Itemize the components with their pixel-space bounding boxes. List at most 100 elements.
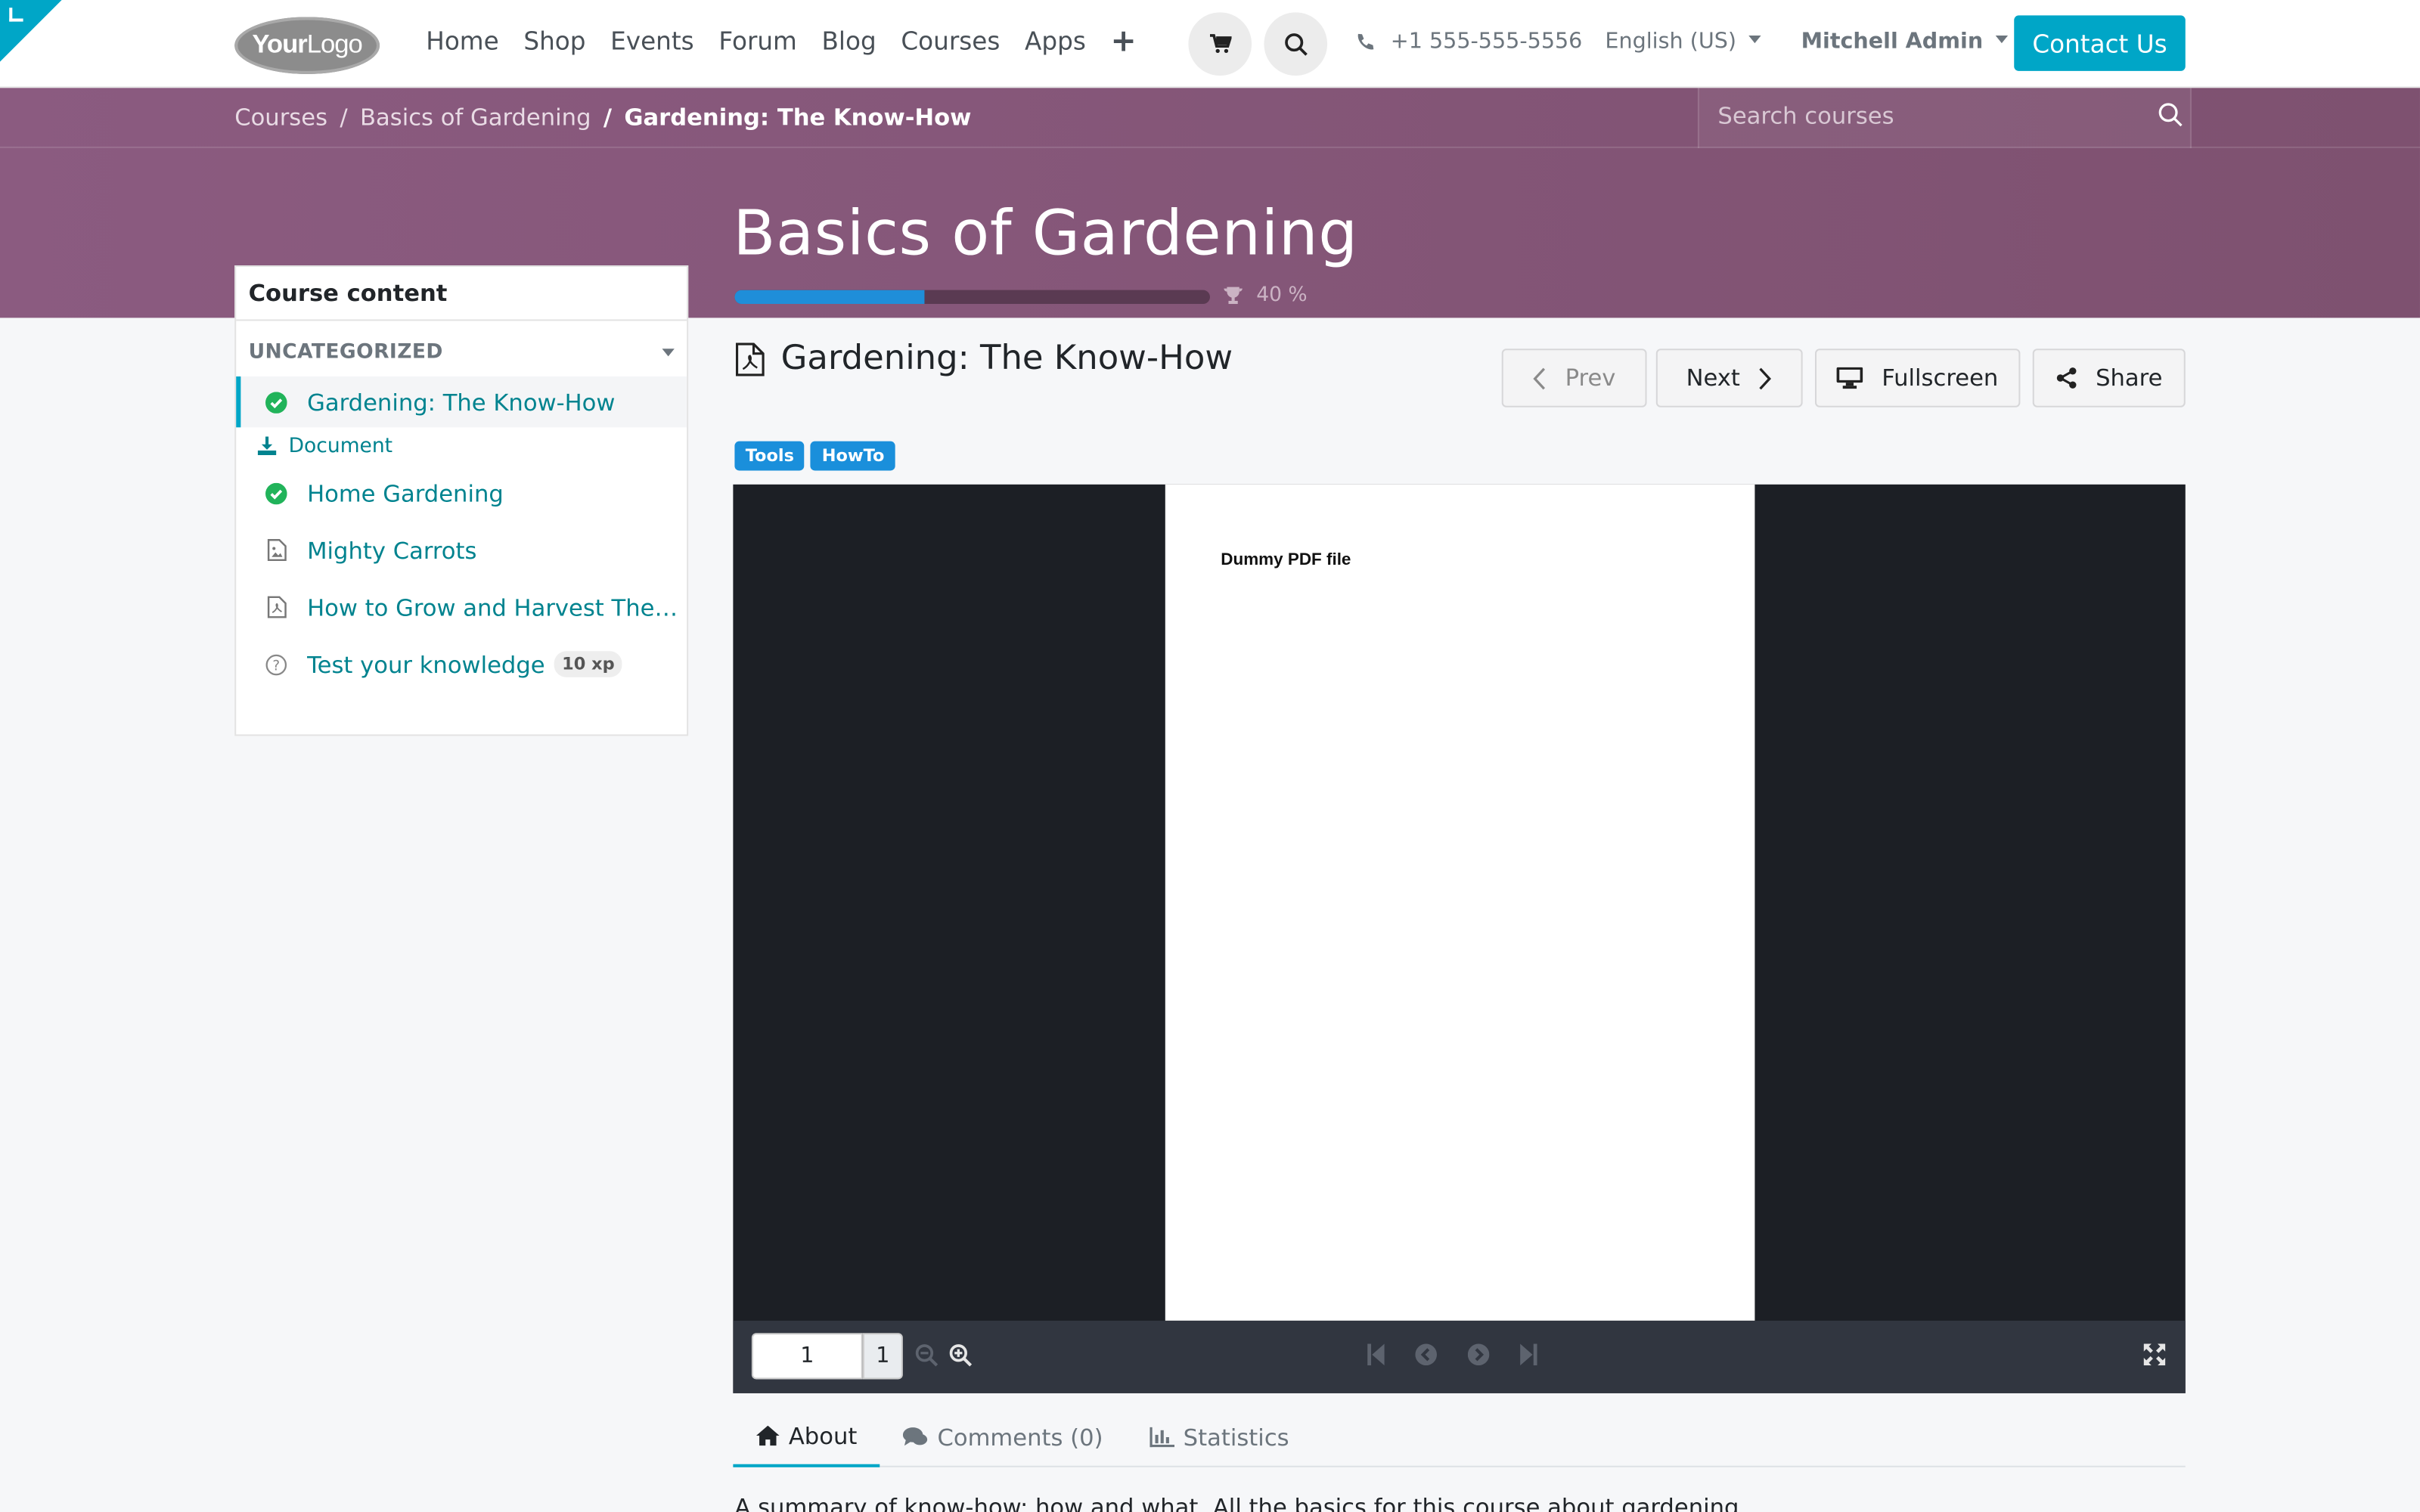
lesson-item-test-knowledge[interactable]: ? Test your knowledge 10 xp [236,636,687,693]
search-courses-input[interactable] [1717,101,2135,130]
pdf-file-icon [735,342,765,376]
breadcrumb-row: Courses / Basics of Gardening / Gardenin… [0,88,2420,148]
cart-icon [1208,34,1231,53]
lesson-summary: A summary of know-how: how and what. All… [734,1493,1747,1512]
section-uncategorized[interactable]: UNCATEGORIZED [236,321,687,376]
page: YourLogo Home Shop Events Forum Blog Cou… [0,0,2420,1512]
question-icon: ? [264,652,289,677]
tag-tools[interactable]: Tools [734,441,805,471]
svg-text:?: ? [272,658,280,674]
document-label: Document [288,434,393,458]
xp-badge: 10 xp [554,651,622,677]
chevron-left-icon [1533,367,1546,389]
pdf-page-text: Dummy PDF file [1221,550,1351,570]
zoom-in-icon[interactable] [949,1344,973,1368]
nav-shop[interactable]: Shop [523,26,585,56]
user-dropdown[interactable]: Mitchell Admin [1801,29,2008,54]
breadcrumb-separator: / [340,103,348,132]
next-page-icon[interactable] [1467,1343,1490,1366]
lesson-item-mighty-carrots[interactable]: Mighty Carrots [236,522,687,579]
lesson-label: Test your knowledge [307,650,545,678]
phone-number: +1 555-555-5556 [1390,29,1583,54]
lesson-title: Gardening: The Know-How [734,339,1233,378]
lesson-download-document[interactable]: Document [236,427,687,464]
image-file-icon [264,538,289,562]
page-total: 1 [862,1333,903,1380]
breadcrumb-current: Gardening: The Know-How [624,103,972,132]
lesson-item-home-gardening[interactable]: Home Gardening [236,464,687,522]
lesson-item-grow-and-harvest[interactable]: How to Grow and Harvest The B… [236,578,687,636]
nav-apps[interactable]: Apps [1025,26,1086,56]
tab-statistics[interactable]: Statistics [1126,1407,1312,1467]
bar-chart-icon [1149,1427,1174,1448]
course-progress: 40 % [1222,284,1308,308]
chevron-down-icon [1995,35,2008,44]
chevron-down-icon [1748,35,1761,44]
course-progress-fill [734,290,925,305]
chevron-down-icon [662,349,675,357]
tab-comments[interactable]: Comments (0) [880,1407,1126,1467]
tag-howto[interactable]: HowTo [811,441,895,471]
lesson-label: How to Grow and Harvest The B… [307,593,681,621]
lesson-tags: Tools HowTo [734,441,895,471]
progress-percent: 40 % [1256,284,1308,308]
lesson-label: Mighty Carrots [307,536,477,564]
zoom-out-icon[interactable] [915,1344,939,1368]
breadcrumb: Courses / Basics of Gardening / Gardenin… [234,104,971,132]
share-icon [2056,367,2077,389]
tab-about[interactable]: About [733,1407,880,1467]
page-number-input[interactable]: 1 [751,1333,863,1380]
pdf-toolbar: 1 1 [733,1320,2186,1393]
pdf-page: Dummy PDF file [1165,484,1755,1321]
lesson-tabs: About Comments (0) Statistics [733,1407,2186,1467]
nav-courses[interactable]: Courses [901,26,1000,56]
phone-icon [1357,33,1374,49]
desktop-icon [1837,367,1863,389]
pdf-viewer[interactable]: Dummy PDF file 1 1 [733,484,2186,1393]
search-icon[interactable] [2158,102,2184,129]
lesson-label: Home Gardening [307,479,504,507]
nav-home[interactable]: Home [426,26,498,56]
breadcrumb-courses[interactable]: Courses [234,104,327,132]
chevron-right-icon [1760,367,1772,389]
logo[interactable]: YourLogo [234,17,380,74]
lesson-title-text: Gardening: The Know-How [780,339,1233,378]
add-menu-plus-icon[interactable]: + [1111,25,1137,56]
check-circle-icon [264,481,289,506]
nav-forum[interactable]: Forum [718,26,797,56]
comments-icon [903,1427,928,1446]
corner-icon [9,8,23,22]
course-progress-bar [734,290,1210,305]
course-content-sidebar: Course content UNCATEGORIZED Gardening: … [234,265,689,736]
breadcrumb-course[interactable]: Basics of Gardening [360,104,591,132]
download-icon [257,436,277,456]
main-nav: Home Shop Events Forum Blog Courses Apps… [426,25,1137,56]
phone-link[interactable]: +1 555-555-5556 [1355,29,1583,54]
nav-blog[interactable]: Blog [822,26,876,56]
breadcrumb-separator: / [603,103,613,132]
trophy-icon [1224,287,1243,305]
last-page-icon[interactable] [1519,1343,1537,1366]
fullscreen-button[interactable]: Fullscreen [1814,349,2021,407]
next-button[interactable]: Next [1655,349,1803,407]
home-icon [755,1425,780,1446]
sidebar-heading: Course content [236,267,687,321]
pdf-file-icon [264,595,289,620]
previous-page-icon[interactable] [1415,1343,1437,1366]
course-search [1697,88,2192,148]
search-icon [1284,33,1307,55]
share-button[interactable]: Share [2032,349,2186,407]
expand-icon[interactable] [2143,1343,2166,1366]
check-circle-icon [264,389,289,414]
search-button[interactable] [1264,12,1328,76]
lesson-label: Gardening: The Know-How [307,388,616,416]
lesson-item-gardening-know-how[interactable]: Gardening: The Know-How [236,376,687,428]
prev-button[interactable]: Prev [1501,349,1647,407]
top-navbar: YourLogo Home Shop Events Forum Blog Cou… [0,0,2420,88]
nav-events[interactable]: Events [610,26,694,56]
contact-us-button[interactable]: Contact Us [2014,15,2186,71]
first-page-icon[interactable] [1367,1343,1385,1366]
cart-button[interactable] [1188,12,1252,76]
language-dropdown[interactable]: English (US) [1605,29,1761,54]
course-title: Basics of Gardening [733,199,1358,271]
